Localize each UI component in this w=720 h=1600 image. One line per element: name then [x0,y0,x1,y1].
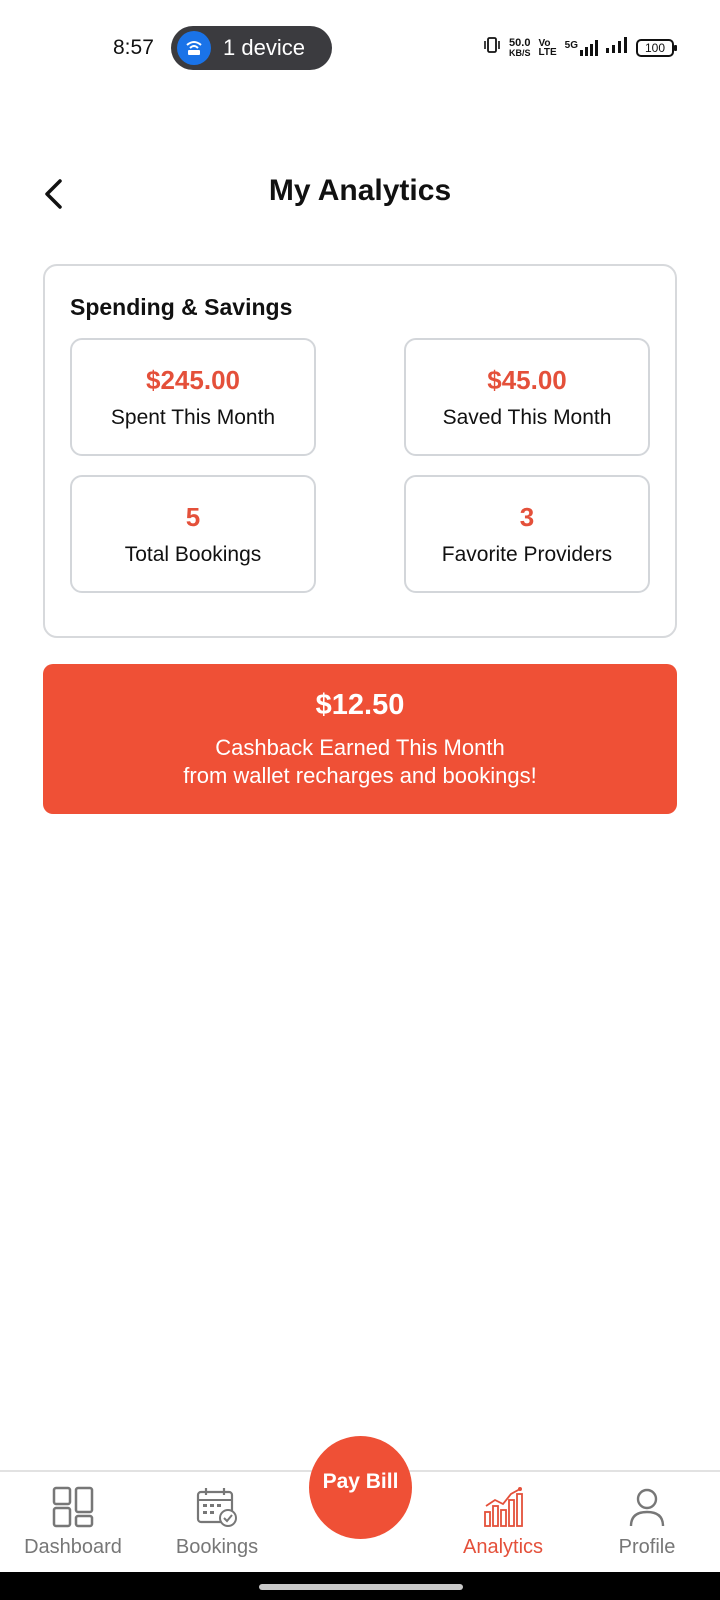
volte-indicator: Vo LTE [538,38,557,58]
signal-5g-icon: 5G [564,39,598,56]
network-speed-unit: KB/S [508,47,531,58]
nav-item-bookings[interactable]: Bookings [147,1472,287,1572]
stat-tile-favorites: 3 Favorite Providers [404,475,650,593]
status-icons: 50.0 KB/S Vo LTE 5G 100 [483,36,677,59]
cashback-line-1: Cashback Earned This Month [215,734,505,760]
network-speed: 50.0 KB/S [508,36,531,58]
page-title: My Analytics [268,174,452,207]
stat-label: Total Bookings [124,542,262,566]
nav-label: Profile [618,1536,676,1558]
stat-tile-saved: $45.00 Saved This Month [404,338,650,456]
analytics-screen: 8:57 1 device 50.0 KB/S Vo LTE 5G 100 My… [0,0,720,1600]
stat-label: Spent This Month [110,405,276,429]
network-type: 5G [564,39,578,51]
card-title: Spending & Savings [70,294,293,320]
bar-chart-icon [484,1487,523,1527]
calendar-check-icon [196,1488,237,1527]
cashback-line-2: from wallet recharges and bookings! [183,762,537,788]
stat-label: Favorite Providers [441,542,613,566]
signal-icon [606,37,628,58]
home-indicator[interactable] [259,1584,463,1590]
volte-bottom: LTE [538,46,557,58]
status-bar: 8:57 1 device 50.0 KB/S Vo LTE 5G 100 [0,0,720,96]
dashboard-grid-icon [52,1486,94,1528]
pay-bill-button[interactable]: Pay Bill [309,1436,412,1539]
hotspot-icon [177,31,211,65]
battery-icon: 100 [636,38,677,57]
stat-value: $45.00 [487,364,567,395]
vibrate-icon [483,36,501,59]
stat-tile-bookings: 5 Total Bookings [70,475,316,593]
spending-savings-card: Spending & Savings $245.00 Spent This Mo… [43,264,677,638]
status-time: 8:57 [113,36,154,59]
user-icon [629,1488,665,1527]
nav-item-dashboard[interactable]: Dashboard [3,1472,143,1572]
stat-tile-spent: $245.00 Spent This Month [70,338,316,456]
cashback-amount: $12.50 [315,688,405,721]
nav-item-profile[interactable]: Profile [577,1472,717,1572]
nav-label: Analytics [462,1536,544,1558]
network-speed-value: 50.0 [509,36,531,49]
cashback-banner: $12.50 Cashback Earned This Month from w… [43,664,677,814]
hotspot-indicator[interactable]: 1 device [171,26,332,70]
nav-label: Dashboard [24,1536,122,1558]
stat-value: 3 [519,501,535,532]
stat-label: Saved This Month [442,405,612,429]
nav-item-analytics[interactable]: Analytics [433,1472,573,1572]
nav-label: Bookings [175,1536,259,1558]
stat-value: $245.00 [146,364,240,395]
hotspot-label: 1 device [223,35,305,60]
stat-value: 5 [185,501,201,532]
